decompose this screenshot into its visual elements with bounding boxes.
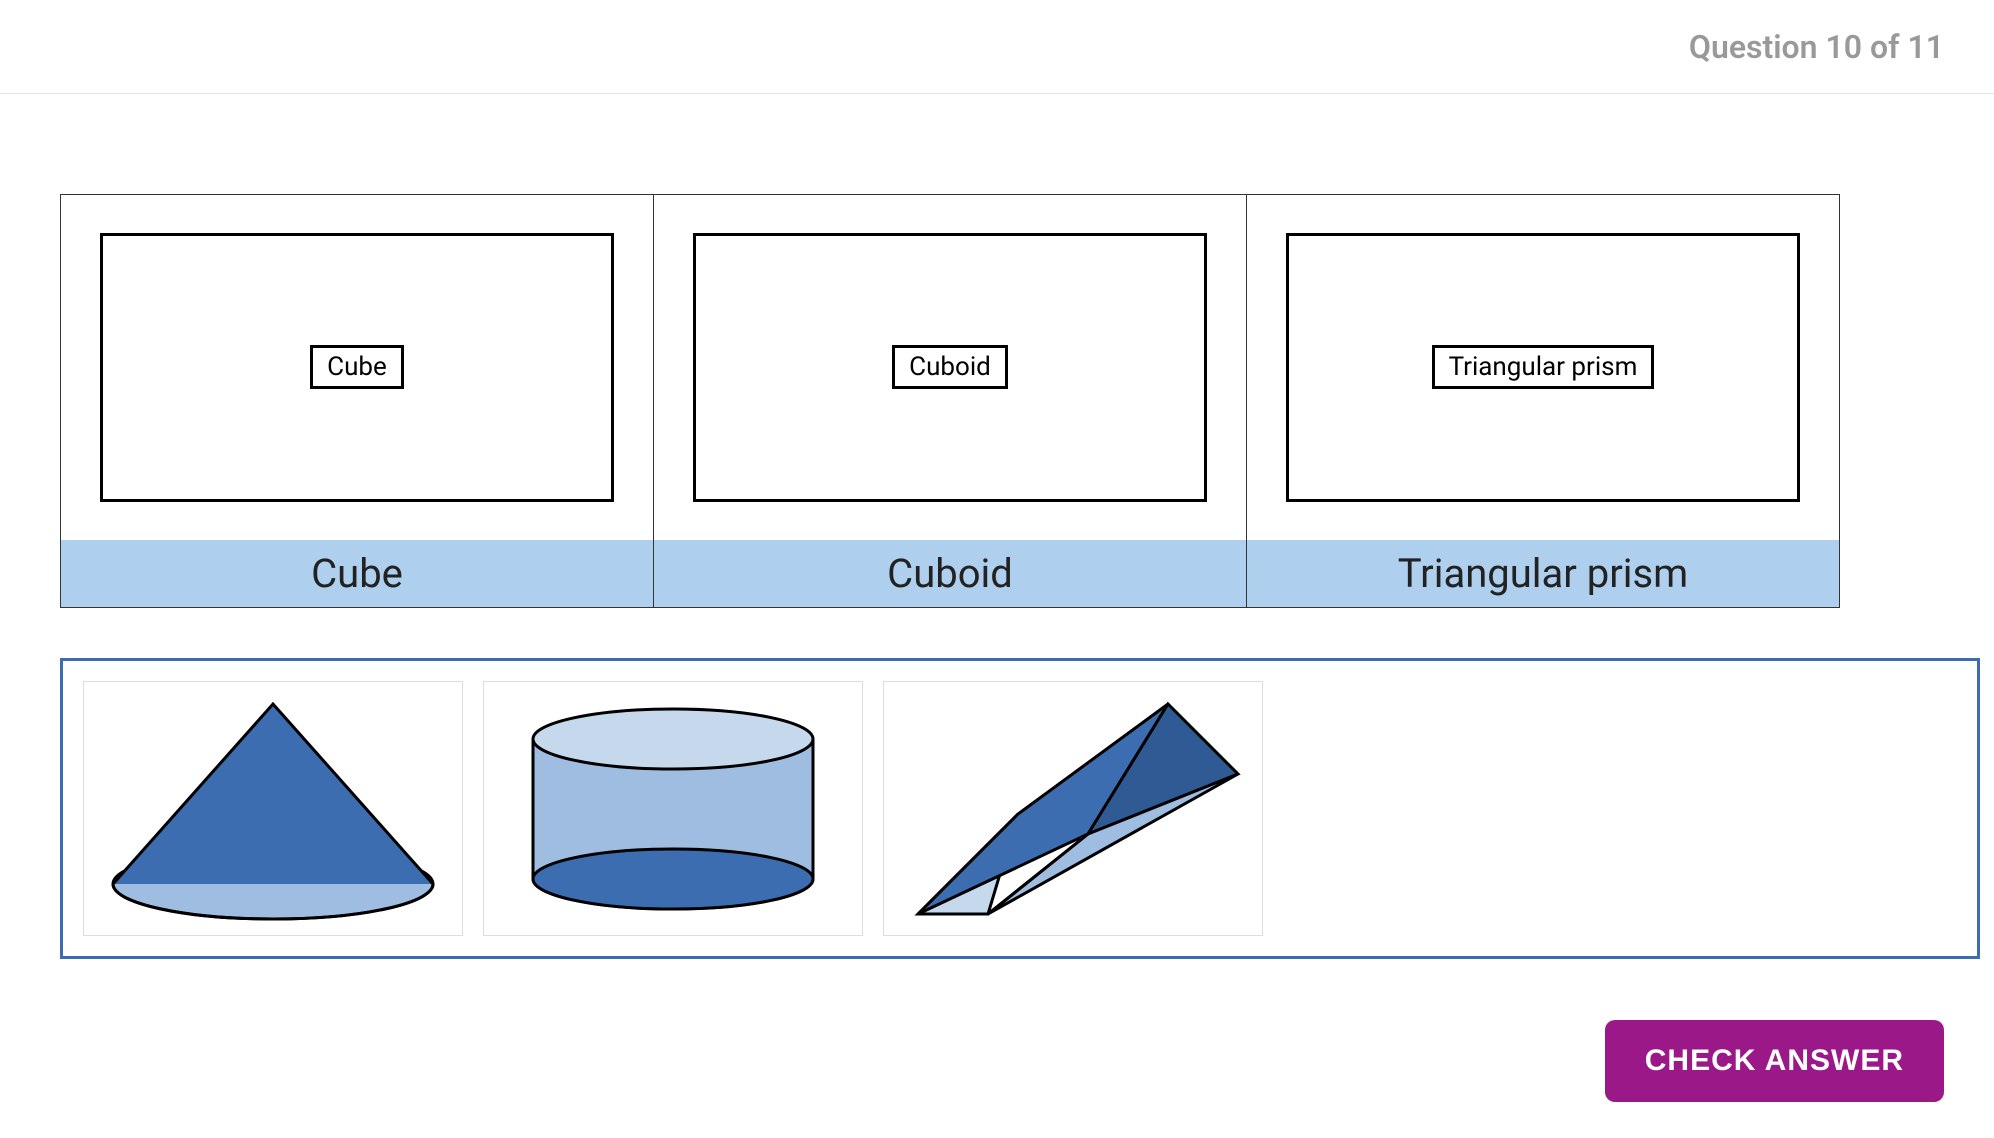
placed-chip-cube[interactable]: Cube: [310, 345, 404, 389]
column-label-cube: Cube: [61, 540, 653, 607]
cylinder-icon: [513, 699, 833, 919]
header: Question 10 of 11: [0, 0, 1994, 94]
drop-target-cuboid[interactable]: Cuboid: [654, 195, 1246, 540]
question-counter: Question 10 of 11: [1689, 28, 1944, 66]
drop-column-cube: Cube Cube: [61, 195, 654, 607]
drop-column-triangular-prism: Triangular prism Triangular prism: [1247, 195, 1839, 607]
shape-card-cylinder[interactable]: [483, 681, 863, 936]
triangular-prism-icon: [888, 684, 1258, 934]
drop-column-cuboid: Cuboid Cuboid: [654, 195, 1247, 607]
column-label-cuboid: Cuboid: [654, 540, 1246, 607]
drop-target-triangular-prism[interactable]: Triangular prism: [1247, 195, 1839, 540]
drop-table: Cube Cube Cuboid Cuboid Triangular prism…: [60, 194, 1840, 608]
shape-card-cone[interactable]: [83, 681, 463, 936]
column-label-triangular-prism: Triangular prism: [1247, 540, 1839, 607]
drop-zone-box: Cube: [100, 233, 613, 501]
placed-chip-triangular-prism[interactable]: Triangular prism: [1432, 345, 1655, 389]
placed-chip-cuboid[interactable]: Cuboid: [892, 345, 1008, 389]
shape-card-triangular-prism[interactable]: [883, 681, 1263, 936]
cone-icon: [103, 694, 443, 924]
drop-zone-box: Cuboid: [693, 233, 1206, 501]
check-answer-button[interactable]: CHECK ANSWER: [1605, 1020, 1944, 1102]
drop-target-cube[interactable]: Cube: [61, 195, 653, 540]
shape-bank: [60, 658, 1980, 959]
drop-zone-box: Triangular prism: [1286, 233, 1799, 501]
content-area: Cube Cube Cuboid Cuboid Triangular prism…: [0, 94, 1994, 959]
